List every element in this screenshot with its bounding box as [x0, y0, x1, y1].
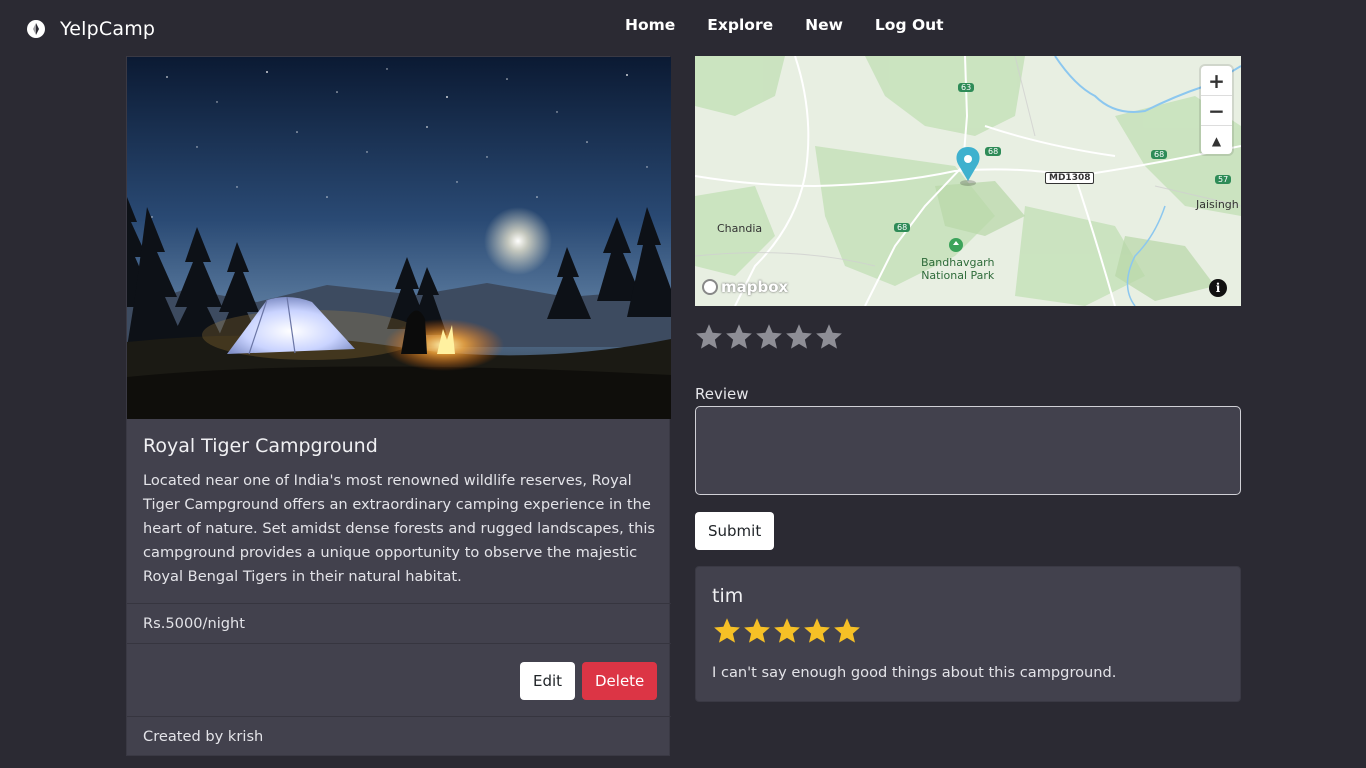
map-label-park: Bandhavgarh National Park	[921, 256, 995, 282]
night-camping-photo	[127, 57, 671, 419]
campground-title: Royal Tiger Campground	[143, 435, 378, 457]
star-icon	[832, 616, 862, 646]
campground-price: Rs.5000/night	[143, 615, 245, 632]
map-road-md1308: MD1308	[1045, 172, 1095, 184]
map-road-68a: 68	[985, 147, 1002, 156]
map-info-button[interactable]: i	[1209, 279, 1227, 297]
map-label-chandia: Chandia	[717, 222, 763, 235]
star-icon[interactable]	[814, 322, 844, 352]
map-road-68c: 68	[894, 223, 911, 232]
star-icon[interactable]	[724, 322, 754, 352]
star-icon	[712, 616, 742, 646]
review-rating	[712, 616, 862, 646]
review-card: tim I can't say enough good things about…	[695, 566, 1241, 702]
map-road-68b: 68	[1151, 150, 1168, 159]
rating-input[interactable]	[694, 322, 844, 352]
zoom-in-button[interactable]: +	[1201, 66, 1232, 96]
compass-button[interactable]: ▲	[1201, 126, 1232, 155]
campground-image	[127, 57, 671, 419]
mapbox-logo-text: mapbox	[721, 278, 789, 296]
campground-card: Royal Tiger Campground Located near one …	[126, 56, 671, 757]
campground-details: Royal Tiger Campground Located near one …	[143, 435, 659, 589]
price-row: Rs.5000/night	[127, 603, 671, 644]
star-icon	[742, 616, 772, 646]
map-road-57: 57	[1215, 175, 1232, 184]
nav-new-link[interactable]: New	[805, 16, 843, 34]
nav-links: Home Explore New Log Out	[625, 16, 976, 34]
nav-explore-link[interactable]: Explore	[707, 16, 773, 34]
compass-logo-icon	[27, 20, 45, 38]
star-icon[interactable]	[754, 322, 784, 352]
delete-button[interactable]: Delete	[582, 662, 658, 700]
mapbox-logo-icon	[702, 279, 718, 295]
map-label-jaisingh: Jaisingh	[1196, 198, 1239, 211]
brand[interactable]: YelpCamp	[26, 18, 155, 40]
mapbox-logo[interactable]: mapbox	[702, 278, 788, 296]
submit-review-button[interactable]: Submit	[695, 512, 775, 550]
edit-button[interactable]: Edit	[520, 662, 576, 700]
review-body: I can't say enough good things about thi…	[712, 664, 1117, 681]
campground-map[interactable]: 63 68 68 68 57 MD1308 Chandia Bandhavgar…	[695, 56, 1241, 306]
review-author: tim	[712, 585, 744, 607]
brand-name: YelpCamp	[60, 18, 156, 40]
review-textarea[interactable]	[695, 406, 1241, 495]
star-icon[interactable]	[784, 322, 814, 352]
nav-logout-link[interactable]: Log Out	[875, 16, 944, 34]
star-icon[interactable]	[694, 322, 724, 352]
campground-description: Located near one of India's most renowne…	[143, 472, 655, 585]
nav-home-link[interactable]: Home	[625, 16, 675, 34]
created-by: Created by krish	[143, 728, 264, 745]
zoom-out-button[interactable]: −	[1201, 96, 1232, 126]
map-controls: + − ▲	[1201, 66, 1232, 154]
star-icon	[772, 616, 802, 646]
review-label: Review	[695, 385, 749, 403]
card-footer: Created by krish	[127, 716, 671, 757]
navbar: YelpCamp Home Explore New Log Out	[0, 0, 1366, 56]
campground-actions: Edit Delete	[127, 645, 671, 715]
map-road-63: 63	[958, 83, 975, 92]
star-icon	[802, 616, 832, 646]
